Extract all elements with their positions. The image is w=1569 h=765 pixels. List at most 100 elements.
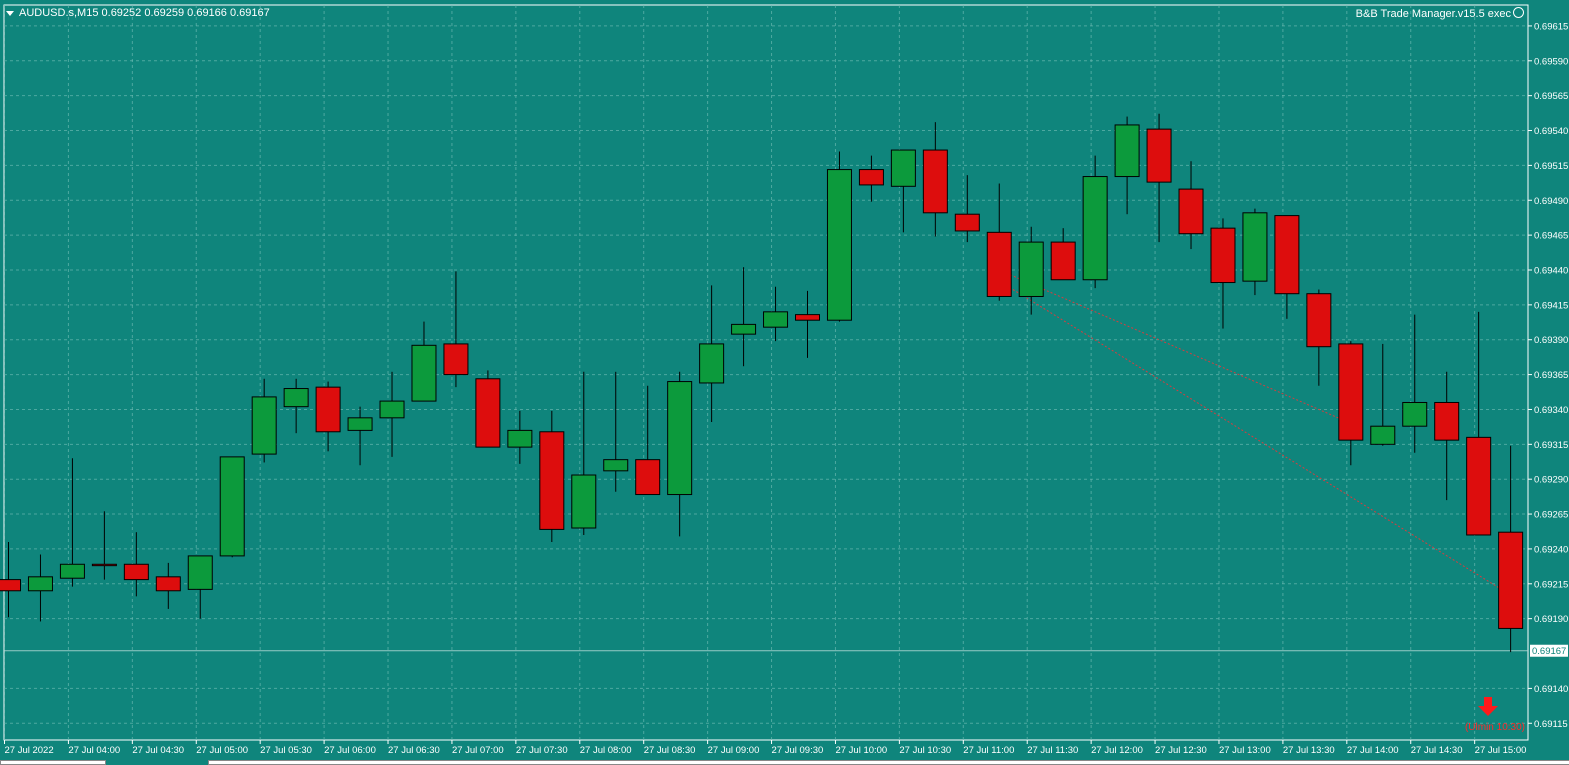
y-tick-label: 0.69190	[1534, 614, 1568, 625]
candle-body-bull[interactable]	[826, 169, 852, 321]
x-tick-label: 27 Jul 14:00	[1347, 745, 1399, 756]
expert-advisor-label[interactable]: B&B Trade Manager.v15.5 exec	[1356, 7, 1524, 21]
candle-body-bull[interactable]	[411, 344, 437, 402]
candle-body-bear[interactable]	[539, 431, 565, 530]
candle-body-bear[interactable]	[858, 169, 884, 186]
x-tick-label: 27 Jul 08:00	[580, 745, 632, 756]
chart-tab-right[interactable]	[208, 760, 1569, 765]
y-tick-label: 0.69315	[1534, 440, 1568, 451]
candle-body-bull[interactable]	[219, 456, 245, 557]
candle-body-bear[interactable]	[635, 459, 661, 496]
y-tick-label: 0.69290	[1534, 475, 1568, 486]
candle-body-bear[interactable]	[315, 386, 341, 433]
candle-body-bull[interactable]	[1114, 124, 1140, 178]
candle-body-bear[interactable]	[1466, 436, 1492, 536]
candle-body-bull[interactable]	[1018, 241, 1044, 297]
y-tick-label: 0.69115	[1534, 719, 1568, 730]
y-tick-label: 0.69465	[1534, 231, 1568, 242]
x-tick-label: 27 Jul 05:30	[260, 745, 312, 756]
smiley-icon	[1513, 7, 1524, 18]
y-tick-label: 0.69540	[1534, 126, 1568, 137]
symbol-menu-icon[interactable]	[6, 10, 14, 16]
symbol-info-text: AUDUSD.s,M15 0.69252 0.69259 0.69166 0.6…	[19, 7, 270, 19]
candle-body-bear[interactable]	[1306, 293, 1332, 348]
y-tick-label: 0.69265	[1534, 510, 1568, 521]
y-tick-label: 0.69615	[1534, 21, 1568, 32]
candle-body-bull[interactable]	[187, 555, 213, 590]
chart-window[interactable]: 0.69615 0.69590 0.69565 0.69540 0.69515 0.694…	[0, 0, 1569, 765]
x-tick-label: 27 Jul 2022	[5, 745, 54, 756]
x-tick-label: 27 Jul 10:30	[899, 745, 951, 756]
y-tick-label: 0.69490	[1534, 196, 1568, 207]
x-tick-label: 27 Jul 14:30	[1411, 745, 1463, 756]
x-tick-label: 27 Jul 15:00	[1475, 745, 1527, 756]
candle-body-bull[interactable]	[1402, 401, 1428, 427]
x-tick-label: 27 Jul 10:00	[835, 745, 887, 756]
candle-body-bull[interactable]	[731, 323, 757, 335]
candle-body-bear[interactable]	[155, 576, 181, 592]
candle-body-bear[interactable]	[922, 149, 948, 214]
y-tick-label: 0.69390	[1534, 335, 1568, 346]
candle-body-bear[interactable]	[795, 314, 820, 321]
x-tick-label: 27 Jul 04:30	[132, 745, 184, 756]
candle-timer: (Ulmin 10:30)	[1464, 722, 1525, 733]
candle-body-bull[interactable]	[763, 311, 789, 328]
candle-body-bull[interactable]	[890, 149, 916, 187]
y-tick-label: 0.69565	[1534, 91, 1568, 102]
x-tick-label: 27 Jul 07:30	[516, 745, 568, 756]
candle-body-bull[interactable]	[603, 459, 629, 472]
current-price-label: 0.69167	[1532, 646, 1566, 657]
candle-body-bull[interactable]	[1082, 176, 1108, 281]
x-tick-label: 27 Jul 12:30	[1155, 745, 1207, 756]
symbol-info: AUDUSD.s,M15 0.69252 0.69259 0.69166 0.6…	[6, 6, 270, 20]
candle-body-bear[interactable]	[1050, 241, 1076, 281]
candle-body-bear[interactable]	[1434, 401, 1460, 441]
candle-body-bear[interactable]	[1274, 215, 1300, 295]
x-tick-label: 27 Jul 06:00	[324, 745, 376, 756]
y-tick-label: 0.69440	[1534, 265, 1568, 276]
x-tick-label: 27 Jul 07:00	[452, 745, 504, 756]
candle-body-bear[interactable]	[91, 563, 117, 567]
candle-body-bull[interactable]	[379, 400, 405, 419]
x-tick-label: 27 Jul 11:00	[963, 745, 1014, 756]
candle-body-bull[interactable]	[699, 343, 725, 384]
candle-body-bear[interactable]	[1210, 227, 1236, 284]
candle-body-bear[interactable]	[0, 579, 21, 592]
candle-body-bear[interactable]	[954, 213, 980, 232]
y-tick-label: 0.69140	[1534, 684, 1568, 695]
x-tick-label: 27 Jul 11:30	[1027, 745, 1078, 756]
x-tick-label: 27 Jul 12:00	[1091, 745, 1143, 756]
x-tick-label: 27 Jul 04:00	[68, 745, 120, 756]
y-tick-label: 0.69515	[1534, 161, 1568, 172]
x-tick-label: 27 Jul 05:00	[196, 745, 248, 756]
expert-advisor-name: B&B Trade Manager.v15.5 exec	[1355, 8, 1511, 20]
x-tick-label: 27 Jul 06:30	[388, 745, 440, 756]
candle-body-bull[interactable]	[667, 381, 693, 496]
candle-body-bull[interactable]	[27, 576, 53, 592]
candle-body-bull[interactable]	[251, 396, 277, 455]
x-tick-label: 27 Jul 08:30	[644, 745, 696, 756]
candle-body-bear[interactable]	[475, 378, 501, 448]
candle-body-bear[interactable]	[1146, 128, 1172, 183]
candle-body-bear[interactable]	[1498, 531, 1524, 629]
candle-body-bear[interactable]	[986, 231, 1012, 297]
candle-body-bull[interactable]	[347, 417, 373, 431]
candle-body-bear[interactable]	[443, 343, 469, 376]
y-tick-label: 0.69240	[1534, 544, 1568, 555]
candle-body-bull[interactable]	[1370, 425, 1396, 445]
candle-body-bear[interactable]	[123, 563, 149, 581]
y-tick-label: 0.69365	[1534, 370, 1568, 381]
candle-body-bull[interactable]	[1242, 212, 1268, 282]
candle-body-bull[interactable]	[507, 429, 533, 448]
x-tick-label: 27 Jul 13:30	[1283, 745, 1335, 756]
candle-body-bull[interactable]	[571, 474, 597, 529]
x-tick-label: 27 Jul 09:30	[772, 745, 824, 756]
chart-tab-left[interactable]	[0, 760, 106, 765]
x-tick-label: 27 Jul 09:00	[708, 745, 760, 756]
candle-body-bull[interactable]	[59, 563, 85, 579]
candle-body-bear[interactable]	[1178, 188, 1204, 235]
y-tick-label: 0.69215	[1534, 579, 1568, 590]
candlestick-chart[interactable]: 0.69615 0.69590 0.69565 0.69540 0.69515 0.694…	[0, 0, 1569, 765]
candle-body-bear[interactable]	[1338, 343, 1364, 441]
candle-body-bull[interactable]	[283, 388, 309, 408]
